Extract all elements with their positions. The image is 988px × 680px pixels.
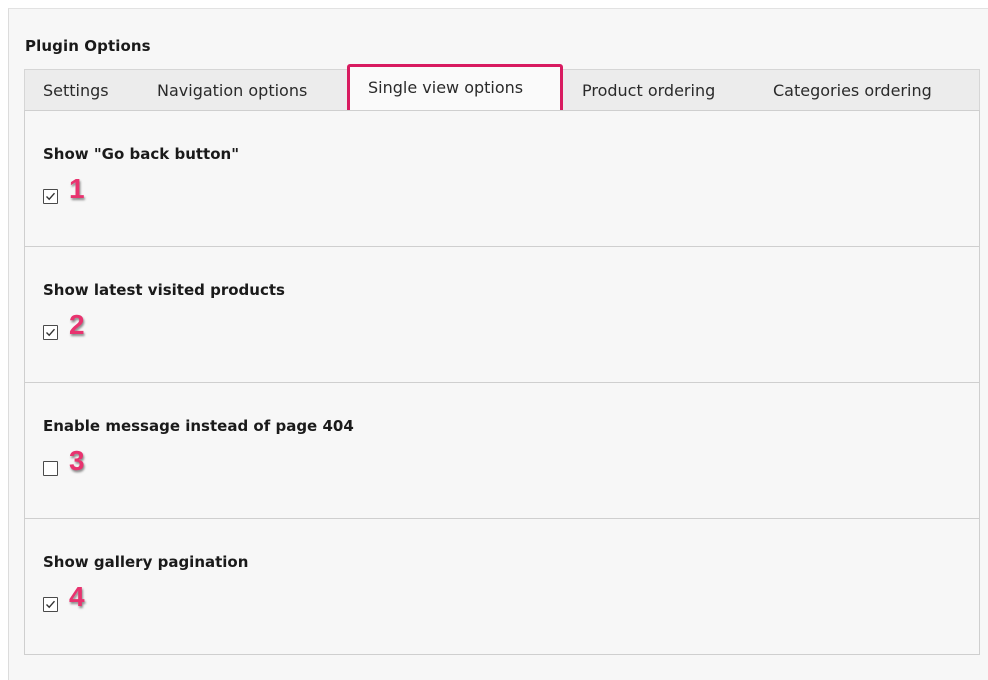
tab-content: Show "Go back button" 1 Show latest visi…	[24, 110, 980, 655]
option-label: Show gallery pagination	[43, 553, 249, 571]
option-row-go-back-button: Show "Go back button" 1	[25, 111, 979, 247]
plugin-options-panel: Plugin Options Settings Navigation optio…	[8, 8, 988, 680]
checkmark-icon	[46, 192, 56, 201]
annotation-number: 1	[69, 173, 85, 204]
panel-title: Plugin Options	[25, 37, 151, 55]
checkmark-icon	[46, 600, 56, 609]
option-label: Enable message instead of page 404	[43, 417, 354, 435]
go-back-button-checkbox[interactable]	[43, 189, 58, 204]
tab-bar: Settings Navigation options Single view …	[24, 64, 980, 114]
option-label: Show latest visited products	[43, 281, 285, 299]
tab-product-ordering[interactable]: Product ordering	[582, 70, 715, 111]
annotation-number: 3	[69, 445, 85, 476]
tab-navigation-options[interactable]: Navigation options	[157, 70, 307, 111]
tab-categories-ordering[interactable]: Categories ordering	[773, 70, 932, 111]
option-label: Show "Go back button"	[43, 145, 240, 163]
tab-single-view-options[interactable]: Single view options	[347, 64, 563, 114]
option-row-gallery-pagination: Show gallery pagination 4	[25, 519, 979, 655]
latest-visited-products-checkbox[interactable]	[43, 325, 58, 340]
annotation-number: 4	[69, 581, 85, 612]
annotation-number: 2	[69, 309, 85, 340]
checkmark-icon	[46, 328, 56, 337]
option-row-page-404-message: Enable message instead of page 404 3	[25, 383, 979, 519]
option-row-latest-visited-products: Show latest visited products 2	[25, 247, 979, 383]
gallery-pagination-checkbox[interactable]	[43, 597, 58, 612]
tab-settings[interactable]: Settings	[43, 70, 109, 111]
page-404-message-checkbox[interactable]	[43, 461, 58, 476]
